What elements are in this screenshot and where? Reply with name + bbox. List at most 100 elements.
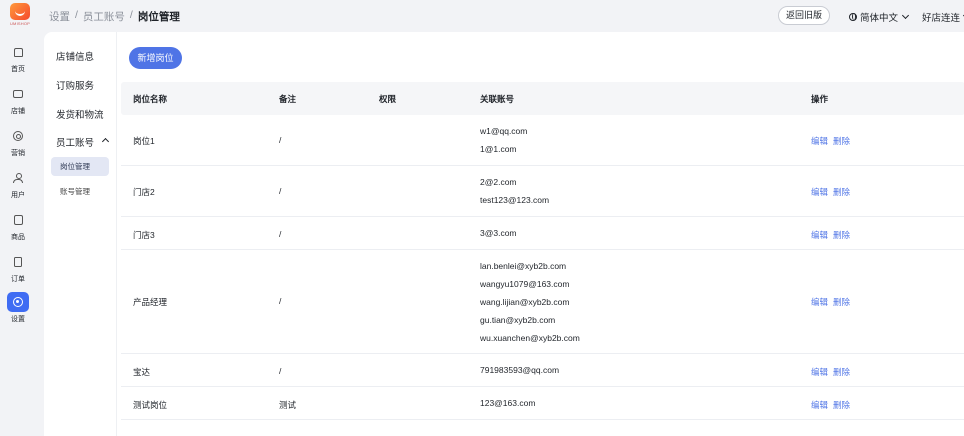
account-email: w1@qq.com xyxy=(480,126,528,136)
nav-label: 订单 xyxy=(11,276,25,283)
settings-submenu: 店铺信息 订购服务 发货和物流 员工账号 岗位管理 账号管理 xyxy=(44,32,116,436)
add-position-button[interactable]: 新增岗位 xyxy=(129,47,182,69)
table-header: 岗位名称 备注 权限 关联账号 操作 xyxy=(121,82,964,115)
main-nav-rail: 首页 店铺 营销 用户 商品 订单 设置 xyxy=(0,32,36,436)
edit-button[interactable]: 编辑 xyxy=(811,399,828,411)
nav-order[interactable]: 订单 xyxy=(4,252,32,284)
account-email: gu.tian@xyb2b.com xyxy=(480,315,556,325)
breadcrumb-item-settings[interactable]: 设置 xyxy=(49,9,70,24)
account-email: 2@2.com xyxy=(480,177,517,187)
account-email: wang.lijian@xyb2b.com xyxy=(480,297,570,307)
submenu-item-shipping[interactable]: 发货和物流 xyxy=(56,107,104,121)
submenu-item-positions[interactable]: 岗位管理 xyxy=(51,157,109,176)
submenu-item-shop-info[interactable]: 店铺信息 xyxy=(56,49,94,63)
submenu-group-staff[interactable]: 员工账号 xyxy=(56,135,110,149)
chevron-down-icon xyxy=(901,11,910,20)
account-email: 123@163.com xyxy=(480,398,536,408)
logo-text: UMISHOP xyxy=(9,21,31,26)
globe-icon xyxy=(849,13,857,21)
logo-icon xyxy=(10,3,30,20)
breadcrumb-item-staff[interactable]: 员工账号 xyxy=(83,9,125,24)
nav-label: 店铺 xyxy=(11,108,25,115)
account-email: wangyu1079@163.com xyxy=(480,279,570,289)
delete-button[interactable]: 删除 xyxy=(833,296,850,308)
edit-button[interactable]: 编辑 xyxy=(811,366,828,378)
account-email: 1@1.com xyxy=(480,144,517,154)
nav-settings[interactable]: 设置 xyxy=(4,292,32,324)
table-row: 产品经理 / lan.benlei@xyb2b.com wangyu1079@1… xyxy=(121,250,964,354)
row-actions: 编辑 删除 xyxy=(811,366,850,378)
account-email: wu.xuanchen@xyb2b.com xyxy=(480,333,580,343)
submenu-item-subscription[interactable]: 订购服务 xyxy=(56,78,94,92)
account-email: test123@123.com xyxy=(480,195,550,205)
nav-label: 用户 xyxy=(11,192,25,199)
row-actions: 编辑 删除 xyxy=(811,296,850,308)
nav-marketing[interactable]: 营销 xyxy=(4,126,32,158)
marketing-icon xyxy=(13,131,23,141)
nav-goods[interactable]: 商品 xyxy=(4,210,32,242)
edit-button[interactable]: 编辑 xyxy=(811,186,828,198)
position-name: 测试岗位 xyxy=(133,400,168,410)
column-header-actions: 操作 xyxy=(811,94,829,104)
account-email: 791983593@qq.com xyxy=(480,365,560,375)
nav-label: 商品 xyxy=(11,234,25,241)
order-icon xyxy=(14,257,22,267)
account-email: 3@3.com xyxy=(480,228,517,238)
store-icon xyxy=(13,90,23,98)
table-row: 测试岗位 测试 123@163.com 编辑 删除 xyxy=(121,387,964,420)
position-remark: / xyxy=(279,366,282,376)
table-row: 宝达 / 791983593@qq.com 编辑 删除 xyxy=(121,354,964,387)
user-icon xyxy=(13,173,23,183)
chevron-up-icon xyxy=(101,137,110,146)
language-selector[interactable]: 简体中文 xyxy=(849,10,910,24)
position-remark: / xyxy=(279,229,282,239)
positions-table: 岗位名称 备注 权限 关联账号 操作 岗位1 / w1@qq.com 1@1.c… xyxy=(121,82,964,420)
account-email: lan.benlei@xyb2b.com xyxy=(480,261,567,271)
nav-label: 首页 xyxy=(11,66,25,73)
nav-store[interactable]: 店铺 xyxy=(4,84,32,116)
linked-accounts: 3@3.com xyxy=(480,224,517,242)
delete-button[interactable]: 删除 xyxy=(833,399,850,411)
edit-button[interactable]: 编辑 xyxy=(811,296,828,308)
shop-selector[interactable]: 好店连连 xyxy=(922,10,964,24)
table-row: 门店3 / 3@3.com 编辑 删除 xyxy=(121,217,964,250)
app-logo[interactable]: UMISHOP xyxy=(8,3,32,27)
position-remark: / xyxy=(279,135,282,145)
position-remark: / xyxy=(279,296,282,306)
position-name: 宝达 xyxy=(133,367,151,377)
edit-button[interactable]: 编辑 xyxy=(811,135,828,147)
breadcrumb-separator: / xyxy=(75,9,78,21)
position-name: 门店2 xyxy=(133,187,155,197)
delete-button[interactable]: 删除 xyxy=(833,186,850,198)
settings-icon xyxy=(13,297,23,307)
column-header-remark: 备注 xyxy=(279,94,297,104)
delete-button[interactable]: 删除 xyxy=(833,229,850,241)
submenu-item-accounts[interactable]: 账号管理 xyxy=(51,182,109,201)
nav-label: 设置 xyxy=(11,316,25,323)
language-label: 简体中文 xyxy=(860,13,899,24)
linked-accounts: w1@qq.com 1@1.com xyxy=(480,122,527,158)
goods-icon xyxy=(13,215,23,225)
delete-button[interactable]: 删除 xyxy=(833,366,850,378)
linked-accounts: 123@163.com xyxy=(480,394,535,412)
top-bar: UMISHOP 设置 / 员工账号 / 岗位管理 返回旧版 简体中文 好店连连 xyxy=(0,0,964,32)
delete-button[interactable]: 删除 xyxy=(833,135,850,147)
linked-accounts: 791983593@qq.com xyxy=(480,361,559,379)
old-version-button[interactable]: 返回旧版 xyxy=(778,6,830,25)
linked-accounts: 2@2.com test123@123.com xyxy=(480,173,549,209)
table-row: 岗位1 / w1@qq.com 1@1.com 编辑 删除 xyxy=(121,115,964,166)
main-content: 新增岗位 岗位名称 备注 权限 关联账号 操作 岗位1 / w1@qq.com … xyxy=(116,32,964,436)
nav-user[interactable]: 用户 xyxy=(4,168,32,200)
table-row: 门店2 / 2@2.com test123@123.com 编辑 删除 xyxy=(121,166,964,217)
row-actions: 编辑 删除 xyxy=(811,186,850,198)
home-icon xyxy=(13,47,23,57)
nav-label: 营销 xyxy=(11,150,25,157)
edit-button[interactable]: 编辑 xyxy=(811,229,828,241)
position-remark: 测试 xyxy=(279,400,297,410)
column-header-name: 岗位名称 xyxy=(133,94,168,104)
position-name: 岗位1 xyxy=(133,136,155,146)
nav-home[interactable]: 首页 xyxy=(4,42,32,74)
row-actions: 编辑 删除 xyxy=(811,135,850,147)
column-header-permission: 权限 xyxy=(379,94,397,104)
position-name: 产品经理 xyxy=(133,297,168,307)
